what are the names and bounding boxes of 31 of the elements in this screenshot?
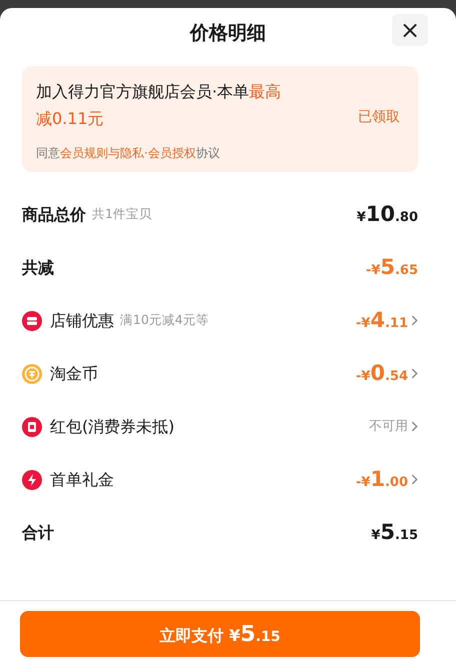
close-button[interactable]: × — [392, 14, 428, 46]
row-note: 满10元减4元等 — [120, 311, 209, 330]
envelope-icon — [22, 416, 42, 436]
amount-text: ¥5.15 — [371, 518, 418, 546]
lightning-icon — [22, 470, 42, 490]
chevron-icon[interactable] — [411, 315, 418, 326]
agreement-link[interactable]: 会员规则与隐私·会员授权 — [60, 146, 196, 160]
amount-text: -¥5.65 — [366, 254, 418, 281]
claimed-status: 已领取 — [358, 108, 400, 127]
chevron-icon[interactable] — [411, 421, 418, 432]
pay-button[interactable]: 立即支付 ¥5.15 — [20, 611, 420, 657]
chevron-icon[interactable] — [411, 474, 418, 485]
row-label: 商品总价 — [22, 204, 86, 226]
shop-icon — [22, 310, 42, 330]
status-text: 不可用 — [369, 418, 408, 436]
amount-text: -¥4.11 — [356, 306, 408, 334]
member-offer-text: 加入得力官方旗舰店会员·本单最高减0.11元 — [36, 81, 282, 130]
coin-icon — [22, 364, 42, 384]
sheet-title: 价格明细 — [190, 22, 266, 44]
row-label: 首单礼金 — [50, 468, 114, 490]
row-label: 淘金币 — [50, 362, 98, 384]
agreement-text: 同意会员规则与隐私·会员授权协议 — [36, 145, 221, 162]
amount-text: -¥0.54 — [356, 360, 408, 387]
row-label: 店铺优惠 — [50, 310, 114, 332]
row-label: 合计 — [22, 522, 54, 544]
row-note: 共1件宝贝 — [92, 205, 152, 224]
row-label: 共减 — [22, 256, 54, 278]
amount-text: -¥1.00 — [356, 466, 408, 493]
amount-text: ¥10.80 — [356, 200, 418, 228]
row-label: 红包(消费券未抵) — [50, 416, 174, 438]
chevron-icon[interactable] — [411, 368, 418, 379]
